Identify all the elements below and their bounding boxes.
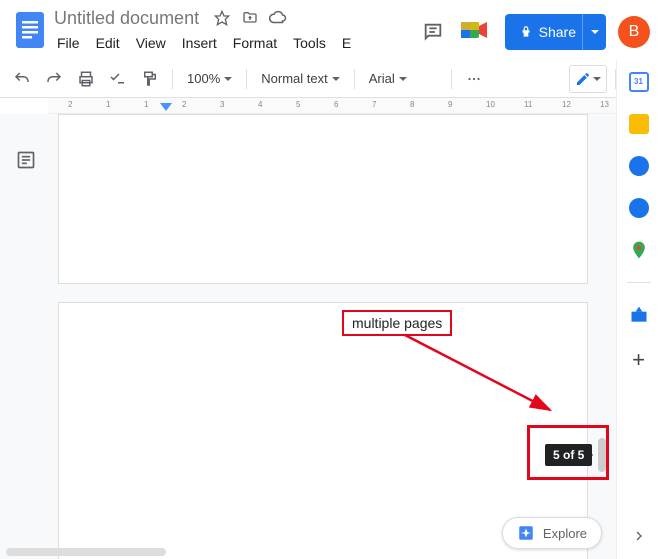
more-tools-button[interactable]: [460, 65, 488, 93]
docs-logo[interactable]: [10, 6, 50, 54]
zoom-select[interactable]: 100%: [181, 65, 238, 93]
title-bar: Untitled document File Edit View Insert …: [0, 0, 660, 60]
ruler-number: 6: [334, 100, 338, 109]
document-page[interactable]: [58, 114, 588, 284]
paint-format-button[interactable]: [136, 65, 164, 93]
editing-mode-button[interactable]: [569, 65, 607, 93]
document-title[interactable]: Untitled document: [50, 7, 203, 30]
page-counter-tooltip: 5 of 5: [545, 444, 592, 466]
share-button[interactable]: Share: [505, 14, 590, 50]
meet-icon[interactable]: [459, 18, 493, 46]
side-panel: 31 +: [616, 60, 660, 559]
menu-edit[interactable]: Edit: [89, 33, 127, 53]
move-icon[interactable]: [241, 9, 259, 27]
account-avatar[interactable]: B: [618, 16, 650, 48]
ruler-number: 12: [562, 100, 571, 109]
ruler-number: 8: [410, 100, 414, 109]
menu-view[interactable]: View: [129, 33, 173, 53]
annotation-label: multiple pages: [342, 310, 452, 336]
maps-app-icon[interactable]: [629, 240, 649, 260]
share-dropdown[interactable]: [582, 14, 606, 50]
menu-bar: File Edit View Insert Format Tools E: [50, 30, 419, 56]
horizontal-scrollbar[interactable]: [6, 548, 166, 556]
ruler-number: 10: [486, 100, 495, 109]
ruler-number: 5: [296, 100, 300, 109]
explore-label: Explore: [543, 526, 587, 541]
paragraph-style-select[interactable]: Normal text: [255, 65, 345, 93]
font-select[interactable]: Arial: [363, 65, 443, 93]
document-area: [0, 114, 616, 559]
spellcheck-button[interactable]: [104, 65, 132, 93]
ruler-number: 9: [448, 100, 452, 109]
comments-icon[interactable]: [419, 18, 447, 46]
explore-button[interactable]: Explore: [502, 517, 602, 549]
star-icon[interactable]: [213, 9, 231, 27]
menu-extensions-truncated[interactable]: E: [335, 33, 358, 53]
menu-file[interactable]: File: [50, 33, 87, 53]
tasks-app-icon[interactable]: [629, 156, 649, 176]
keep-app-icon[interactable]: [629, 114, 649, 134]
ruler-number: 1: [144, 100, 148, 109]
undo-button[interactable]: [8, 65, 36, 93]
cloud-status-icon[interactable]: [269, 9, 287, 27]
menu-format[interactable]: Format: [226, 33, 284, 53]
ruler-number: 2: [68, 100, 72, 109]
outline-toggle-icon[interactable]: [12, 146, 40, 174]
contacts-app-icon[interactable]: [629, 198, 649, 218]
calendar-app-icon[interactable]: 31: [629, 72, 649, 92]
toolbar: 100% Normal text Arial: [0, 60, 660, 98]
ruler-number: 2: [182, 100, 186, 109]
menu-insert[interactable]: Insert: [175, 33, 224, 53]
ruler-number: 4: [258, 100, 262, 109]
ruler-number: 1: [106, 100, 110, 109]
ruler-number: 7: [372, 100, 376, 109]
addon-app-icon[interactable]: [629, 305, 649, 325]
ruler-number: 3: [220, 100, 224, 109]
print-button[interactable]: [72, 65, 100, 93]
get-addons-button[interactable]: +: [632, 347, 645, 373]
ruler-number: 11: [524, 100, 532, 109]
margin-marker[interactable]: [160, 103, 172, 113]
vertical-scrollbar-thumb[interactable]: [598, 438, 606, 472]
ruler-number: 13: [600, 100, 609, 109]
ruler[interactable]: 2112345678910111213: [48, 98, 616, 114]
share-label: Share: [539, 24, 576, 40]
menu-tools[interactable]: Tools: [286, 33, 333, 53]
redo-button[interactable]: [40, 65, 68, 93]
collapse-sidepanel-icon[interactable]: [631, 528, 647, 549]
